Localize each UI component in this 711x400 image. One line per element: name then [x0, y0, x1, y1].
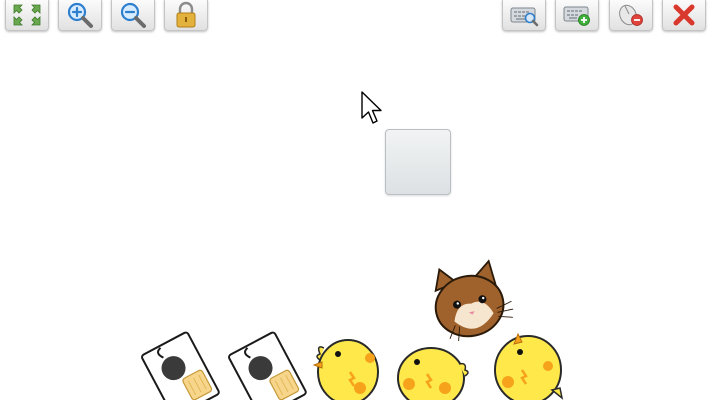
fullscreen-arrows-icon [13, 4, 41, 26]
zoom-out-button[interactable] [111, 0, 155, 31]
zoom-out-icon [120, 2, 146, 28]
zoom-in-button[interactable] [58, 0, 102, 31]
cow-card-sprite-1[interactable] [138, 326, 228, 400]
fullscreen-button[interactable] [5, 0, 49, 31]
empty-target-tile[interactable] [385, 129, 451, 195]
cow-card-sprite-2[interactable] [225, 326, 315, 400]
keyboard-add-icon [563, 6, 590, 26]
chick-sprite-2[interactable] [393, 344, 473, 400]
activity-canvas[interactable] [0, 0, 711, 400]
remove-mouse-button[interactable] [609, 0, 653, 31]
close-button[interactable] [662, 0, 706, 31]
chick-sprite-3[interactable] [490, 330, 570, 400]
zoom-in-icon [67, 2, 93, 28]
close-x-icon [673, 4, 695, 26]
keyboard-search-icon [510, 7, 539, 27]
mouse-pointer-icon [361, 91, 382, 124]
lock-button[interactable] [164, 0, 208, 31]
keyboard-search-button[interactable] [502, 0, 546, 31]
add-keyboard-button[interactable] [555, 0, 599, 31]
mouse-remove-icon [619, 4, 643, 26]
chick-sprite-1[interactable] [310, 336, 390, 400]
padlock-icon [176, 1, 196, 28]
